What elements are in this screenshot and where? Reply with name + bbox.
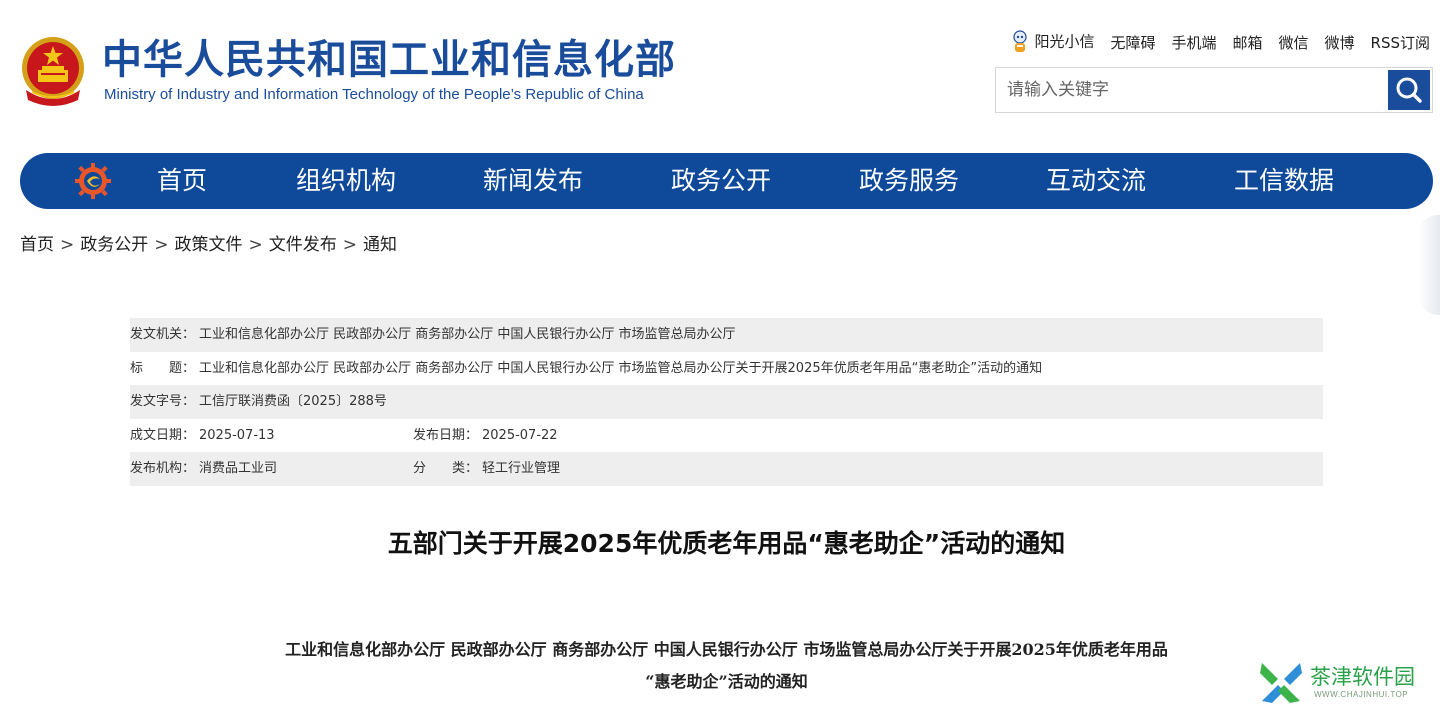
published-date-label: 发布日期： bbox=[413, 427, 479, 443]
agency-label: 发布机构： bbox=[130, 461, 196, 476]
nav-item-data[interactable]: 工信数据 bbox=[1234, 153, 1334, 209]
nav-item-news[interactable]: 新闻发布 bbox=[483, 153, 583, 209]
doc-no-label: 发文字号： bbox=[130, 394, 196, 409]
watermark-name: 茶津软件园 bbox=[1310, 665, 1415, 689]
info-row-agency: 发布机构： 消费品工业司 分 类： 轻工行业管理 bbox=[130, 452, 1323, 486]
top-link-rss[interactable]: RSS订阅 bbox=[1371, 32, 1430, 53]
issuer-label: 发文机关： bbox=[130, 327, 196, 342]
site-title[interactable]: 中华人民共和国工业和信息化部 bbox=[102, 36, 676, 84]
breadcrumb-doc-release[interactable]: 文件发布 bbox=[269, 235, 337, 255]
site-header: 中华人民共和国工业和信息化部 Ministry of Industry and … bbox=[0, 0, 1440, 140]
published-date-value: 2025-07-22 bbox=[482, 427, 558, 443]
top-link-mobile[interactable]: 手机端 bbox=[1171, 32, 1216, 53]
breadcrumb-gov-affairs[interactable]: 政务公开 bbox=[80, 235, 148, 255]
top-link-mail[interactable]: 邮箱 bbox=[1232, 32, 1262, 53]
document-info-table: 发文机关： 工业和信息化部办公厅 民政部办公厅 商务部办公厅 中国人民银行办公厅… bbox=[130, 318, 1323, 486]
category-value: 轻工行业管理 bbox=[482, 461, 561, 476]
watermark-logo-icon bbox=[1260, 663, 1302, 703]
top-link-sunshine-label: 阳光小信 bbox=[1034, 32, 1095, 51]
watermark-url: WWW.CHAJINHUI.TOP bbox=[1314, 690, 1409, 699]
search-icon bbox=[1396, 77, 1422, 103]
nav-item-home[interactable]: 首页 bbox=[157, 153, 207, 209]
info-row-dates: 成文日期： 2025-07-13 发布日期： 2025-07-22 bbox=[130, 419, 1323, 453]
document-heading-line-1: 工业和信息化部办公厅 民政部办公厅 商务部办公厅 中国人民银行办公厅 市场监管总… bbox=[285, 640, 1168, 659]
side-floating-tab[interactable] bbox=[1418, 215, 1440, 315]
search-button[interactable] bbox=[1388, 70, 1430, 110]
breadcrumb-home[interactable]: 首页 bbox=[20, 235, 54, 255]
breadcrumb: 首页 > 政务公开 > 政策文件 > 文件发布 > 通知 bbox=[20, 230, 397, 255]
top-link-wechat[interactable]: 微信 bbox=[1279, 32, 1309, 53]
watermark: 茶津软件园 WWW.CHAJINHUI.TOP bbox=[1258, 655, 1438, 705]
breadcrumb-separator: > bbox=[60, 235, 75, 255]
search-input[interactable] bbox=[996, 68, 1388, 112]
written-date-value: 2025-07-13 bbox=[199, 427, 275, 443]
nav-item-interaction[interactable]: 互动交流 bbox=[1046, 153, 1146, 209]
document-heading-line-2: “惠老助企”活动的通知 bbox=[645, 672, 808, 691]
info-row-title: 标 题： 工业和信息化部办公厅 民政部办公厅 商务部办公厅 中国人民银行办公厅 … bbox=[130, 352, 1323, 386]
national-emblem-icon[interactable] bbox=[18, 34, 88, 108]
article-title: 五部门关于开展2025年优质老年用品“惠老助企”活动的通知 bbox=[387, 529, 1066, 558]
mascot-icon bbox=[1013, 30, 1028, 52]
title-value: 工业和信息化部办公厅 民政部办公厅 商务部办公厅 中国人民银行办公厅 市场监管总… bbox=[199, 360, 1043, 376]
info-row-doc-no: 发文字号： 工信厅联消费函〔2025〕288号 bbox=[130, 385, 1323, 419]
site-subtitle: Ministry of Industry and Information Tec… bbox=[104, 86, 644, 103]
agency-value: 消费品工业司 bbox=[199, 461, 278, 476]
nav-gear-logo-icon[interactable] bbox=[75, 163, 111, 199]
issuer-value: 工业和信息化部办公厅 民政部办公厅 商务部办公厅 中国人民银行办公厅 市场监管总… bbox=[199, 327, 736, 342]
title-label: 标 题： bbox=[130, 360, 196, 376]
main-nav: 首页 组织机构 新闻发布 政务公开 政务服务 互动交流 工信数据 bbox=[20, 153, 1433, 209]
search-box bbox=[995, 67, 1433, 113]
nav-item-organization[interactable]: 组织机构 bbox=[296, 153, 396, 209]
info-row-issuer: 发文机关： 工业和信息化部办公厅 民政部办公厅 商务部办公厅 中国人民银行办公厅… bbox=[130, 318, 1323, 352]
top-link-accessibility[interactable]: 无障碍 bbox=[1110, 32, 1155, 53]
breadcrumb-separator: > bbox=[154, 235, 169, 255]
breadcrumb-notice[interactable]: 通知 bbox=[363, 235, 397, 255]
nav-item-gov-affairs[interactable]: 政务公开 bbox=[671, 153, 771, 209]
top-links: 阳光小信 无障碍 手机端 邮箱 微信 微博 RSS订阅 bbox=[1011, 28, 1430, 56]
category-label: 分 类： bbox=[413, 461, 479, 476]
breadcrumb-separator: > bbox=[248, 235, 263, 255]
top-link-sunshine[interactable]: 阳光小信 bbox=[1011, 30, 1094, 54]
written-date-label: 成文日期： bbox=[130, 427, 196, 443]
doc-no-value: 工信厅联消费函〔2025〕288号 bbox=[199, 394, 387, 409]
breadcrumb-policy-docs[interactable]: 政策文件 bbox=[175, 235, 243, 255]
nav-item-gov-services[interactable]: 政务服务 bbox=[859, 153, 959, 209]
top-link-weibo[interactable]: 微博 bbox=[1325, 32, 1355, 53]
breadcrumb-separator: > bbox=[342, 235, 357, 255]
